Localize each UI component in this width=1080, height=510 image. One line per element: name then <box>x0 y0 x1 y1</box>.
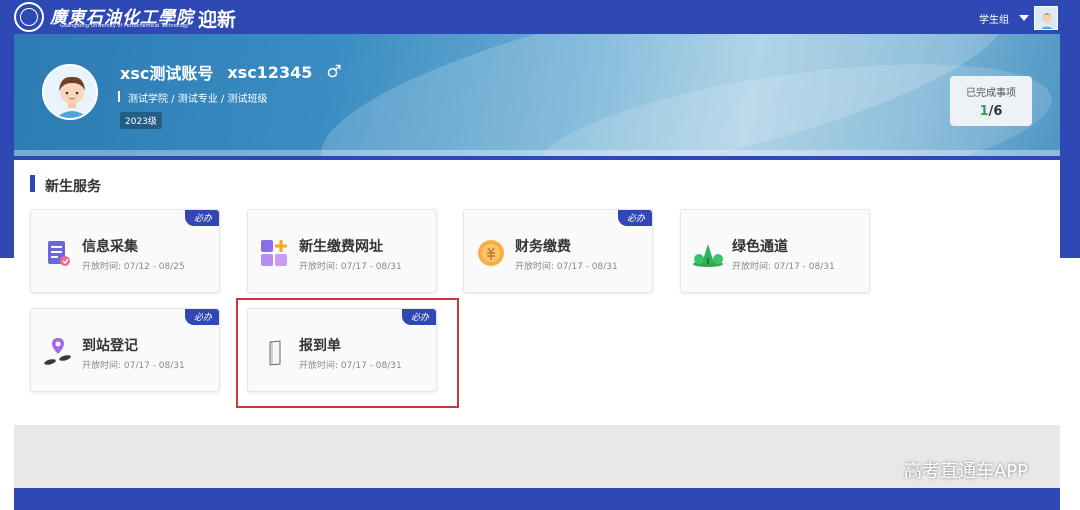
profile-avatar <box>42 64 98 120</box>
service-card-green-channel[interactable]: 绿色通道 开放时间: 07/17 - 08/31 <box>680 209 870 293</box>
card-title: 新生缴费网址 <box>299 239 383 255</box>
service-card-finance-payment[interactable]: 必办 财务缴费 开放时间: 07/17 - 08/31 <box>463 209 653 293</box>
progress-total: /6 <box>988 104 1003 119</box>
location-pin-icon <box>41 335 75 369</box>
user-avatar[interactable] <box>1034 6 1058 30</box>
section-title: 新生服务 <box>45 179 101 195</box>
service-card-payment-url[interactable]: 新生缴费网址 开放时间: 07/17 - 08/31 <box>247 209 437 293</box>
required-badge: 必办 <box>184 210 219 226</box>
card-title: 到站登记 <box>82 338 138 354</box>
progress-done: 1 <box>979 104 989 119</box>
service-card-arrival-registration[interactable]: 必办 到站登记 开放时间: 07/17 - 08/31 <box>30 308 220 392</box>
grade-badge: 2023级 <box>120 112 162 129</box>
card-open-time: 开放时间: 07/12 - 08/25 <box>82 262 185 272</box>
profile-banner: xsc测试账号 xsc12345 ♂ 测试学院 / 测试专业 / 测试班级 20… <box>14 34 1060 156</box>
required-badge: 必办 <box>184 309 219 325</box>
apps-icon <box>258 236 292 270</box>
app-title: 迎新 <box>198 9 237 31</box>
school-seal-icon[interactable] <box>14 2 44 32</box>
card-open-time: 开放时间: 07/17 - 08/31 <box>515 262 618 272</box>
card-open-time: 开放时间: 07/17 - 08/31 <box>299 262 402 272</box>
card-open-time: 开放时间: 07/17 - 08/31 <box>82 361 185 371</box>
highlight-outline <box>236 298 459 408</box>
progress-label: 已完成事项 <box>966 88 1016 99</box>
role-dropdown[interactable]: 学生组 <box>979 8 1029 28</box>
progress-value: 1/6 <box>950 104 1032 119</box>
section-marker <box>30 175 35 192</box>
progress-box: 已完成事项 1/6 <box>950 76 1032 126</box>
card-open-time: 开放时间: 07/17 - 08/31 <box>732 262 835 272</box>
required-badge: 必办 <box>617 210 652 226</box>
male-icon: ♂ <box>326 62 342 82</box>
card-title: 绿色通道 <box>732 239 788 255</box>
profile-name-row: xsc测试账号 xsc12345 ♂ <box>120 60 342 84</box>
card-title: 信息采集 <box>82 239 138 255</box>
service-card-info-collection[interactable]: 必办 信息采集 开放时间: 07/12 - 08/25 <box>30 209 220 293</box>
coin-icon <box>474 236 508 270</box>
role-label: 学生组 <box>979 14 1009 26</box>
form-icon <box>41 236 75 270</box>
bottom-bar <box>14 488 1060 510</box>
school-logo-english: Guangdong University of Petrochemical Te… <box>60 23 189 29</box>
caret-down-icon <box>1019 15 1029 21</box>
student-id: xsc12345 <box>227 62 313 82</box>
profile-class-path: 测试学院 / 测试专业 / 测试班级 <box>128 94 268 105</box>
top-navbar: 廣東石油化工學院 Guangdong University of Petroch… <box>0 0 1080 34</box>
divider-bar <box>118 91 120 102</box>
tree-icon <box>691 236 725 270</box>
profile-name: xsc测试账号 <box>120 64 214 83</box>
watermark: 高考直通车APP <box>904 461 1029 482</box>
card-title: 财务缴费 <box>515 239 571 255</box>
